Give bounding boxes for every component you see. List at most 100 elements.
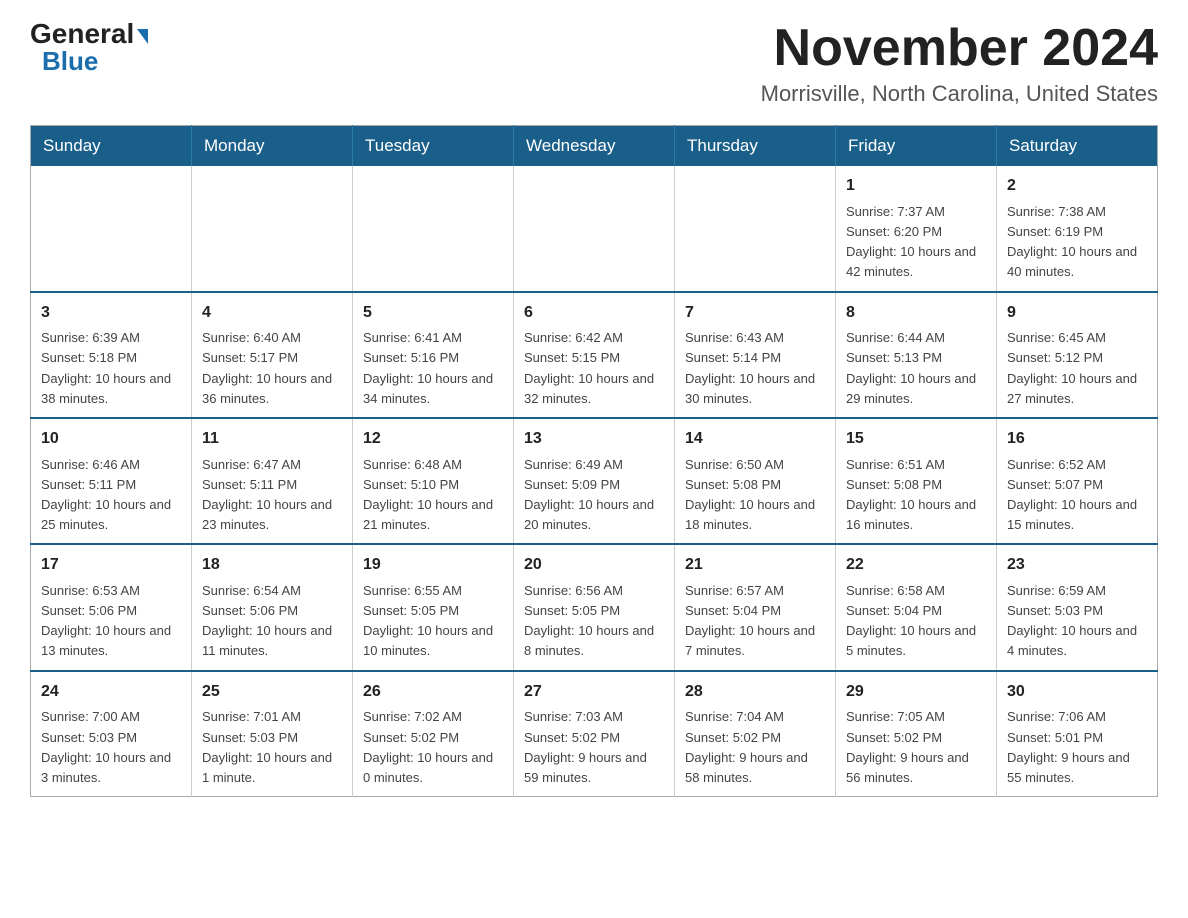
- day-number: 26: [363, 680, 503, 705]
- calendar-day-cell: 23 Sunrise: 6:59 AM Sunset: 5:03 PM Dayli…: [997, 544, 1158, 670]
- day-number: 11: [202, 427, 342, 452]
- day-number: 8: [846, 301, 986, 326]
- day-info: Sunrise: 6:45 AM Sunset: 5:12 PM Dayligh…: [1007, 330, 1137, 405]
- day-info: Sunrise: 6:46 AM Sunset: 5:11 PM Dayligh…: [41, 457, 171, 532]
- day-number: 13: [524, 427, 664, 452]
- day-number: 30: [1007, 680, 1147, 705]
- calendar-day-cell: 21Sunrise: 6:57 AM Sunset: 5:04 PM Dayli…: [675, 544, 836, 670]
- calendar-day-cell: [192, 166, 353, 291]
- page-header: General Blue November 2024 Morrisville, …: [30, 20, 1158, 107]
- day-info: Sunrise: 6:48 AM Sunset: 5:10 PM Dayligh…: [363, 457, 493, 532]
- day-number: 19: [363, 553, 503, 578]
- day-number: 7: [685, 301, 825, 326]
- day-number: 17: [41, 553, 181, 578]
- day-info: Sunrise: 7:01 AM Sunset: 5:03 PM Dayligh…: [202, 709, 332, 784]
- day-number: 24: [41, 680, 181, 705]
- day-info: Sunrise: 7:04 AM Sunset: 5:02 PM Dayligh…: [685, 709, 808, 784]
- calendar-day-header: Wednesday: [514, 126, 675, 167]
- calendar-day-cell: 29 Sunrise: 7:05 AM Sunset: 5:02 PM Dayli…: [836, 671, 997, 797]
- calendar-day-cell: 9Sunrise: 6:45 AM Sunset: 5:12 PM Daylig…: [997, 292, 1158, 418]
- title-block: November 2024 Morrisville, North Carolin…: [761, 20, 1158, 107]
- calendar-day-cell: 19 Sunrise: 6:55 AM Sunset: 5:05 PM Dayli…: [353, 544, 514, 670]
- calendar-day-cell: [675, 166, 836, 291]
- day-info: Sunrise: 6:44 AM Sunset: 5:13 PM Dayligh…: [846, 330, 976, 405]
- calendar-week-row: 17 Sunrise: 6:53 AM Sunset: 5:06 PM Dayli…: [31, 544, 1158, 670]
- day-info: Sunrise: 6:52 AM Sunset: 5:07 PM Dayligh…: [1007, 457, 1137, 532]
- calendar-day-cell: 14 Sunrise: 6:50 AM Sunset: 5:08 PM Dayli…: [675, 418, 836, 544]
- calendar-day-cell: 17 Sunrise: 6:53 AM Sunset: 5:06 PM Dayli…: [31, 544, 192, 670]
- day-info: Sunrise: 6:50 AM Sunset: 5:08 PM Dayligh…: [685, 457, 815, 532]
- day-number: 21: [685, 553, 825, 578]
- day-number: 14: [685, 427, 825, 452]
- day-number: 27: [524, 680, 664, 705]
- calendar-week-row: 10 Sunrise: 6:46 AM Sunset: 5:11 PM Dayli…: [31, 418, 1158, 544]
- calendar-day-cell: 4 Sunrise: 6:40 AM Sunset: 5:17 PM Daylig…: [192, 292, 353, 418]
- day-number: 5: [363, 301, 503, 326]
- calendar-day-cell: 28 Sunrise: 7:04 AM Sunset: 5:02 PM Dayli…: [675, 671, 836, 797]
- calendar-day-header: Tuesday: [353, 126, 514, 167]
- day-info: Sunrise: 6:54 AM Sunset: 5:06 PM Dayligh…: [202, 583, 332, 658]
- day-info: Sunrise: 7:37 AM Sunset: 6:20 PM Dayligh…: [846, 204, 976, 279]
- day-number: 6: [524, 301, 664, 326]
- calendar-day-cell: 30 Sunrise: 7:06 AM Sunset: 5:01 PM Dayli…: [997, 671, 1158, 797]
- day-info: Sunrise: 6:56 AM Sunset: 5:05 PM Dayligh…: [524, 583, 654, 658]
- calendar-day-cell: 20 Sunrise: 6:56 AM Sunset: 5:05 PM Dayli…: [514, 544, 675, 670]
- calendar-day-cell: 3Sunrise: 6:39 AM Sunset: 5:18 PM Daylig…: [31, 292, 192, 418]
- day-number: 16: [1007, 427, 1147, 452]
- calendar-day-header: Saturday: [997, 126, 1158, 167]
- day-info: Sunrise: 6:53 AM Sunset: 5:06 PM Dayligh…: [41, 583, 171, 658]
- day-number: 1: [846, 174, 986, 199]
- day-number: 23: [1007, 553, 1147, 578]
- day-info: Sunrise: 6:41 AM Sunset: 5:16 PM Dayligh…: [363, 330, 493, 405]
- calendar-day-cell: 18Sunrise: 6:54 AM Sunset: 5:06 PM Dayli…: [192, 544, 353, 670]
- page-subtitle: Morrisville, North Carolina, United Stat…: [761, 81, 1158, 107]
- day-info: Sunrise: 6:58 AM Sunset: 5:04 PM Dayligh…: [846, 583, 976, 658]
- day-number: 28: [685, 680, 825, 705]
- calendar-day-cell: 22 Sunrise: 6:58 AM Sunset: 5:04 PM Dayli…: [836, 544, 997, 670]
- day-number: 12: [363, 427, 503, 452]
- day-info: Sunrise: 7:05 AM Sunset: 5:02 PM Dayligh…: [846, 709, 969, 784]
- day-number: 22: [846, 553, 986, 578]
- day-number: 20: [524, 553, 664, 578]
- calendar-day-cell: 7 Sunrise: 6:43 AM Sunset: 5:14 PM Daylig…: [675, 292, 836, 418]
- calendar-day-cell: [353, 166, 514, 291]
- calendar-day-cell: 8 Sunrise: 6:44 AM Sunset: 5:13 PM Daylig…: [836, 292, 997, 418]
- day-info: Sunrise: 7:06 AM Sunset: 5:01 PM Dayligh…: [1007, 709, 1130, 784]
- day-info: Sunrise: 6:49 AM Sunset: 5:09 PM Dayligh…: [524, 457, 654, 532]
- day-number: 4: [202, 301, 342, 326]
- calendar-week-row: 1 Sunrise: 7:37 AM Sunset: 6:20 PM Daylig…: [31, 166, 1158, 291]
- day-info: Sunrise: 6:51 AM Sunset: 5:08 PM Dayligh…: [846, 457, 976, 532]
- calendar-day-cell: 26Sunrise: 7:02 AM Sunset: 5:02 PM Dayli…: [353, 671, 514, 797]
- day-number: 29: [846, 680, 986, 705]
- logo-blue-text: Blue: [42, 46, 98, 77]
- calendar-day-header: Thursday: [675, 126, 836, 167]
- calendar-day-cell: 10 Sunrise: 6:46 AM Sunset: 5:11 PM Dayli…: [31, 418, 192, 544]
- day-info: Sunrise: 6:47 AM Sunset: 5:11 PM Dayligh…: [202, 457, 332, 532]
- logo: General Blue: [30, 20, 148, 77]
- day-number: 10: [41, 427, 181, 452]
- calendar-day-header: Friday: [836, 126, 997, 167]
- day-info: Sunrise: 6:42 AM Sunset: 5:15 PM Dayligh…: [524, 330, 654, 405]
- day-info: Sunrise: 7:00 AM Sunset: 5:03 PM Dayligh…: [41, 709, 171, 784]
- day-info: Sunrise: 6:40 AM Sunset: 5:17 PM Dayligh…: [202, 330, 332, 405]
- logo-general-text: General: [30, 20, 134, 48]
- calendar-day-cell: 15 Sunrise: 6:51 AM Sunset: 5:08 PM Dayli…: [836, 418, 997, 544]
- day-info: Sunrise: 6:39 AM Sunset: 5:18 PM Dayligh…: [41, 330, 171, 405]
- day-number: 15: [846, 427, 986, 452]
- page-title: November 2024: [761, 20, 1158, 77]
- calendar-day-cell: [514, 166, 675, 291]
- calendar-day-header: Monday: [192, 126, 353, 167]
- calendar-day-cell: 27Sunrise: 7:03 AM Sunset: 5:02 PM Dayli…: [514, 671, 675, 797]
- calendar-day-cell: [31, 166, 192, 291]
- calendar-day-header: Sunday: [31, 126, 192, 167]
- calendar-day-cell: 13 Sunrise: 6:49 AM Sunset: 5:09 PM Dayli…: [514, 418, 675, 544]
- calendar-day-cell: 1 Sunrise: 7:37 AM Sunset: 6:20 PM Daylig…: [836, 166, 997, 291]
- day-info: Sunrise: 6:59 AM Sunset: 5:03 PM Dayligh…: [1007, 583, 1137, 658]
- calendar-day-cell: 24 Sunrise: 7:00 AM Sunset: 5:03 PM Dayli…: [31, 671, 192, 797]
- calendar-week-row: 3Sunrise: 6:39 AM Sunset: 5:18 PM Daylig…: [31, 292, 1158, 418]
- day-info: Sunrise: 6:43 AM Sunset: 5:14 PM Dayligh…: [685, 330, 815, 405]
- logo-arrow-icon: [137, 29, 148, 44]
- day-info: Sunrise: 6:55 AM Sunset: 5:05 PM Dayligh…: [363, 583, 493, 658]
- day-number: 2: [1007, 174, 1147, 199]
- calendar-day-cell: 11 Sunrise: 6:47 AM Sunset: 5:11 PM Dayli…: [192, 418, 353, 544]
